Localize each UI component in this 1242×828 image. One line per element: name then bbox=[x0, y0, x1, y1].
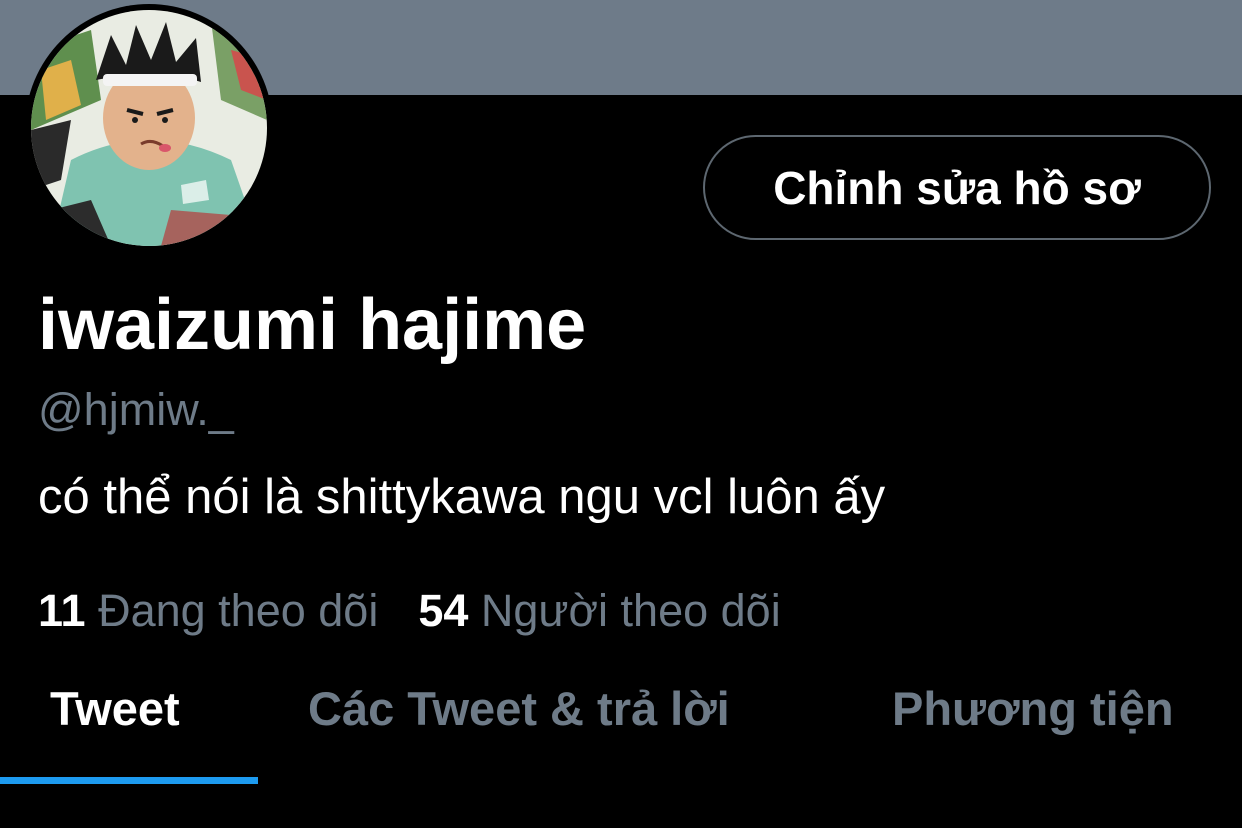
following-label: Đang theo dõi bbox=[98, 585, 379, 636]
profile-bio: có thể nói là shittykawa ngu vcl luôn ấy bbox=[38, 470, 886, 524]
following-count: 11 bbox=[38, 585, 86, 636]
tab-media[interactable]: Phương tiện bbox=[892, 678, 1174, 740]
active-tab-indicator bbox=[0, 777, 258, 784]
profile-stats: 11 Đang theo dõi 54 Người theo dõi bbox=[38, 583, 781, 639]
profile-display-name: iwaizumi hajime bbox=[38, 285, 587, 365]
profile-avatar[interactable] bbox=[25, 4, 273, 252]
edit-profile-button[interactable]: Chỉnh sửa hồ sơ bbox=[703, 135, 1211, 240]
followers-label: Người theo dõi bbox=[480, 585, 781, 636]
followers-count: 54 bbox=[418, 585, 469, 636]
tab-tweets-and-replies[interactable]: Các Tweet & trả lời bbox=[308, 678, 730, 740]
tab-tweets[interactable]: Tweet bbox=[50, 678, 180, 740]
followers-stat[interactable]: 54 Người theo dõi bbox=[418, 583, 780, 639]
profile-page: Chỉnh sửa hồ sơ iwaizumi hajime @hjmiw._… bbox=[0, 0, 1242, 828]
profile-handle: @hjmiw._ bbox=[38, 384, 234, 435]
avatar-image-icon bbox=[31, 10, 267, 246]
profile-tabs: Tweet Các Tweet & trả lời Phương tiện bbox=[0, 660, 1242, 790]
following-stat[interactable]: 11 Đang theo dõi bbox=[38, 583, 378, 639]
